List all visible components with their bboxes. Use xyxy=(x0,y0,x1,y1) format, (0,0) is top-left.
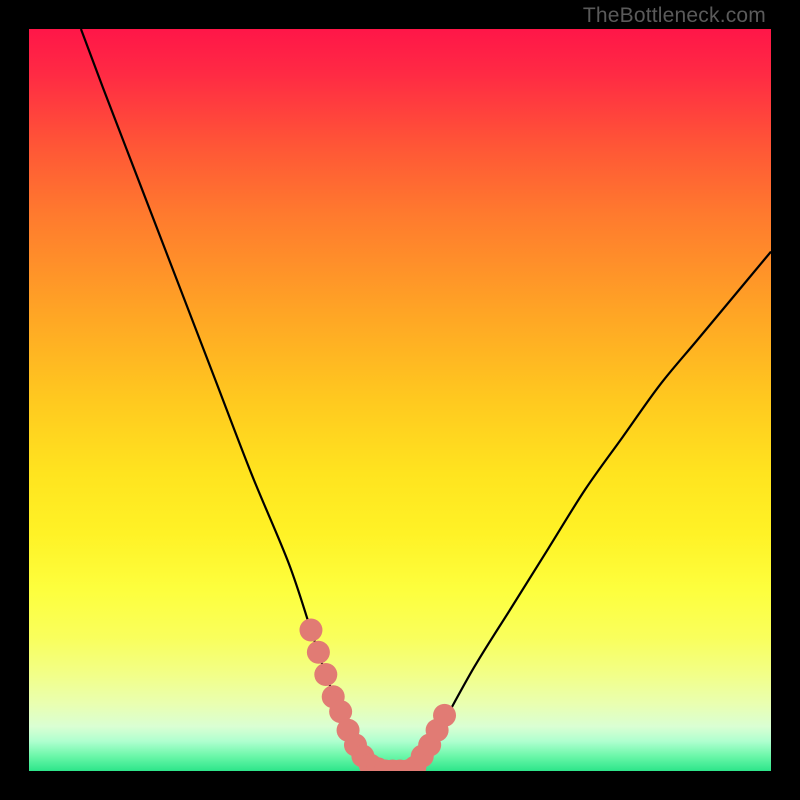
plot-area xyxy=(29,29,771,771)
data-marker xyxy=(314,663,337,686)
data-marker xyxy=(307,641,330,664)
watermark-text: TheBottleneck.com xyxy=(583,4,766,28)
marker-layer xyxy=(29,29,771,771)
outer-frame: TheBottleneck.com xyxy=(0,0,800,800)
data-marker xyxy=(299,619,322,642)
data-marker xyxy=(433,704,456,727)
